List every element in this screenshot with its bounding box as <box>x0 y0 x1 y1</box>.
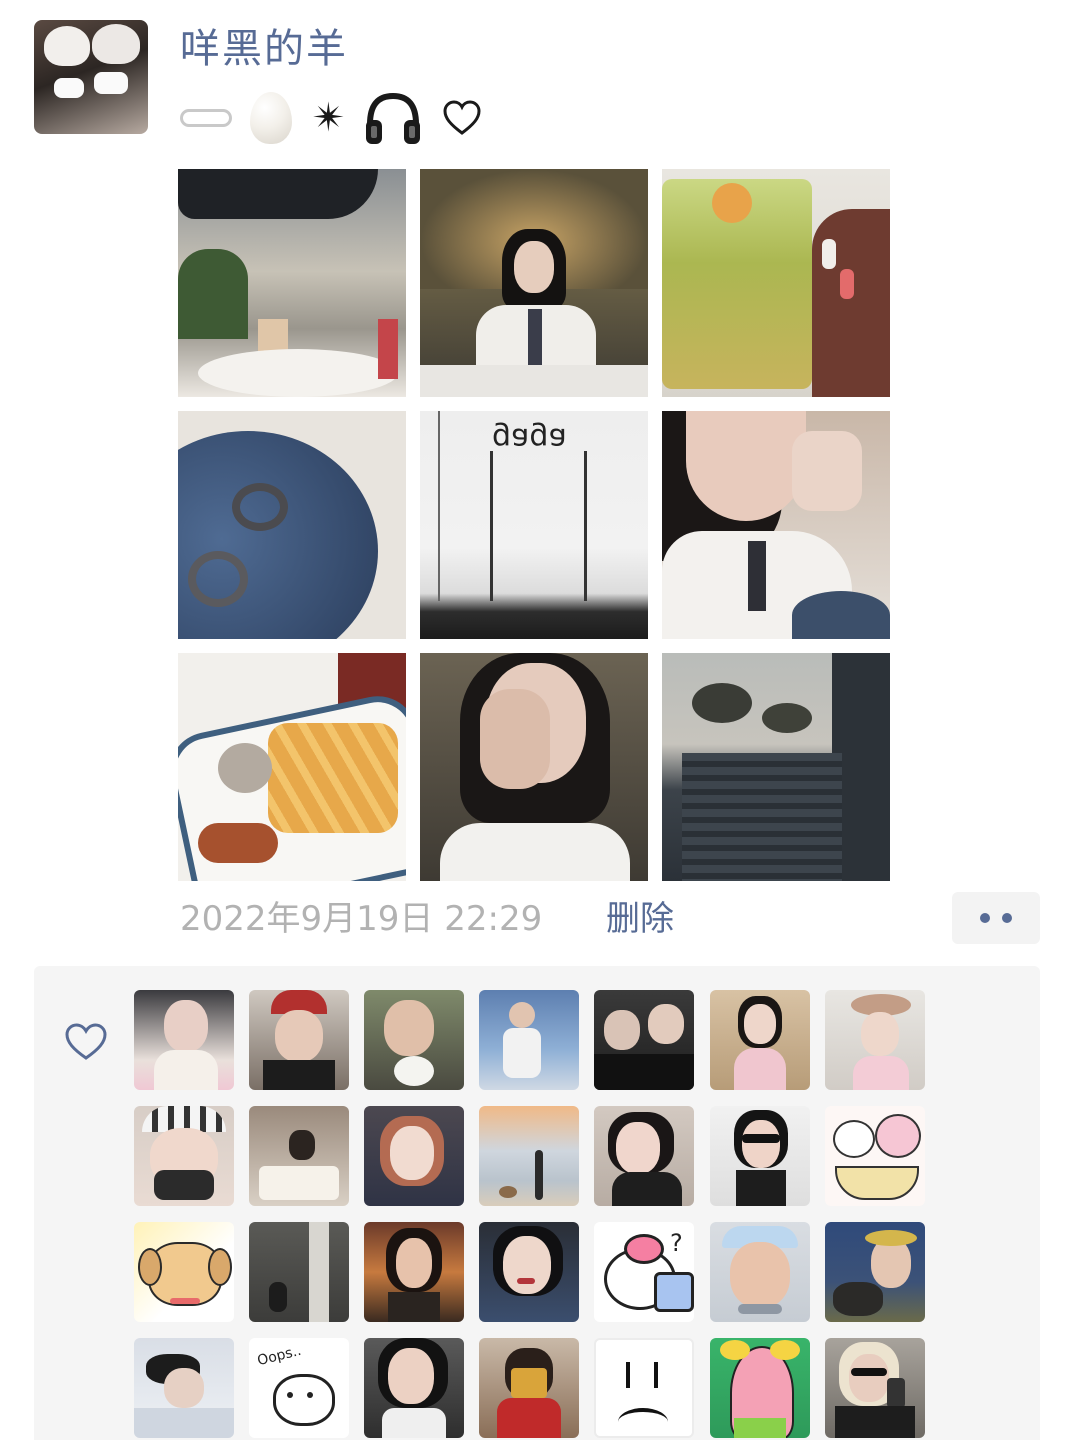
liker-avatar-27[interactable] <box>710 1338 810 1438</box>
liker-avatar-25[interactable] <box>479 1338 579 1438</box>
hand-selfie-photo[interactable] <box>420 653 648 881</box>
heart-outline-icon <box>443 100 481 135</box>
liker-avatar-21[interactable] <box>825 1222 925 1322</box>
iced-drink-photo[interactable] <box>662 169 890 397</box>
liker-avatar-9[interactable] <box>249 1106 349 1206</box>
liker-avatar-12[interactable] <box>594 1106 694 1206</box>
liker-avatar-6[interactable] <box>710 990 810 1090</box>
heart-outline-icon <box>65 1023 107 1060</box>
liker-avatar-5[interactable] <box>594 990 694 1090</box>
liker-avatar-7[interactable] <box>825 990 925 1090</box>
sparkle-icon: ✴ <box>312 95 346 141</box>
liker-avatar-13[interactable] <box>710 1106 810 1206</box>
more-dots-icon[interactable] <box>952 892 1040 944</box>
liker-avatar-1[interactable] <box>134 990 234 1090</box>
liker-avatar-17[interactable] <box>364 1222 464 1322</box>
photo-grid: gaga <box>178 169 890 881</box>
liker-avatar-22[interactable] <box>134 1338 234 1438</box>
liker-avatar-2[interactable] <box>249 990 349 1090</box>
fries-plate-photo[interactable] <box>178 653 406 881</box>
outdoor-stairs-photo[interactable] <box>662 653 890 881</box>
paperclip-icon <box>180 109 232 127</box>
liker-avatar-24[interactable] <box>364 1338 464 1438</box>
liker-avatar-19[interactable]: ? <box>594 1222 694 1322</box>
cafe-terrace-photo[interactable] <box>178 169 406 397</box>
delete-button[interactable]: 删除 <box>606 898 674 940</box>
liker-avatar-28[interactable] <box>825 1338 925 1438</box>
liker-avatar-3[interactable] <box>364 990 464 1090</box>
post-timestamp: 2022年9月19日 22:29 <box>180 899 543 939</box>
liker-avatar-26[interactable] <box>594 1338 694 1438</box>
selfie-nails-photo[interactable] <box>662 411 890 639</box>
rings-on-plate-photo[interactable] <box>178 411 406 639</box>
liker-avatar-14[interactable] <box>825 1106 925 1206</box>
liker-avatar-11[interactable] <box>479 1106 579 1206</box>
girl-in-cafe-photo[interactable] <box>420 169 648 397</box>
author-avatar[interactable] <box>34 20 148 134</box>
liker-avatar-15[interactable] <box>134 1222 234 1322</box>
headphones-icon <box>365 92 420 144</box>
liker-avatar-8[interactable] <box>134 1106 234 1206</box>
author-nickname[interactable]: 咩黑的羊 <box>180 22 348 76</box>
liker-avatar-23[interactable]: Oops.. <box>249 1338 349 1438</box>
store-sign-photo[interactable]: gaga <box>420 411 648 639</box>
liker-avatar-4[interactable] <box>479 990 579 1090</box>
liker-avatar-16[interactable] <box>249 1222 349 1322</box>
liker-avatar-10[interactable] <box>364 1106 464 1206</box>
liker-avatar-18[interactable] <box>479 1222 579 1322</box>
liker-avatar-20[interactable] <box>710 1222 810 1322</box>
signature-row: ✴ <box>180 90 482 146</box>
egg-icon <box>250 92 292 144</box>
